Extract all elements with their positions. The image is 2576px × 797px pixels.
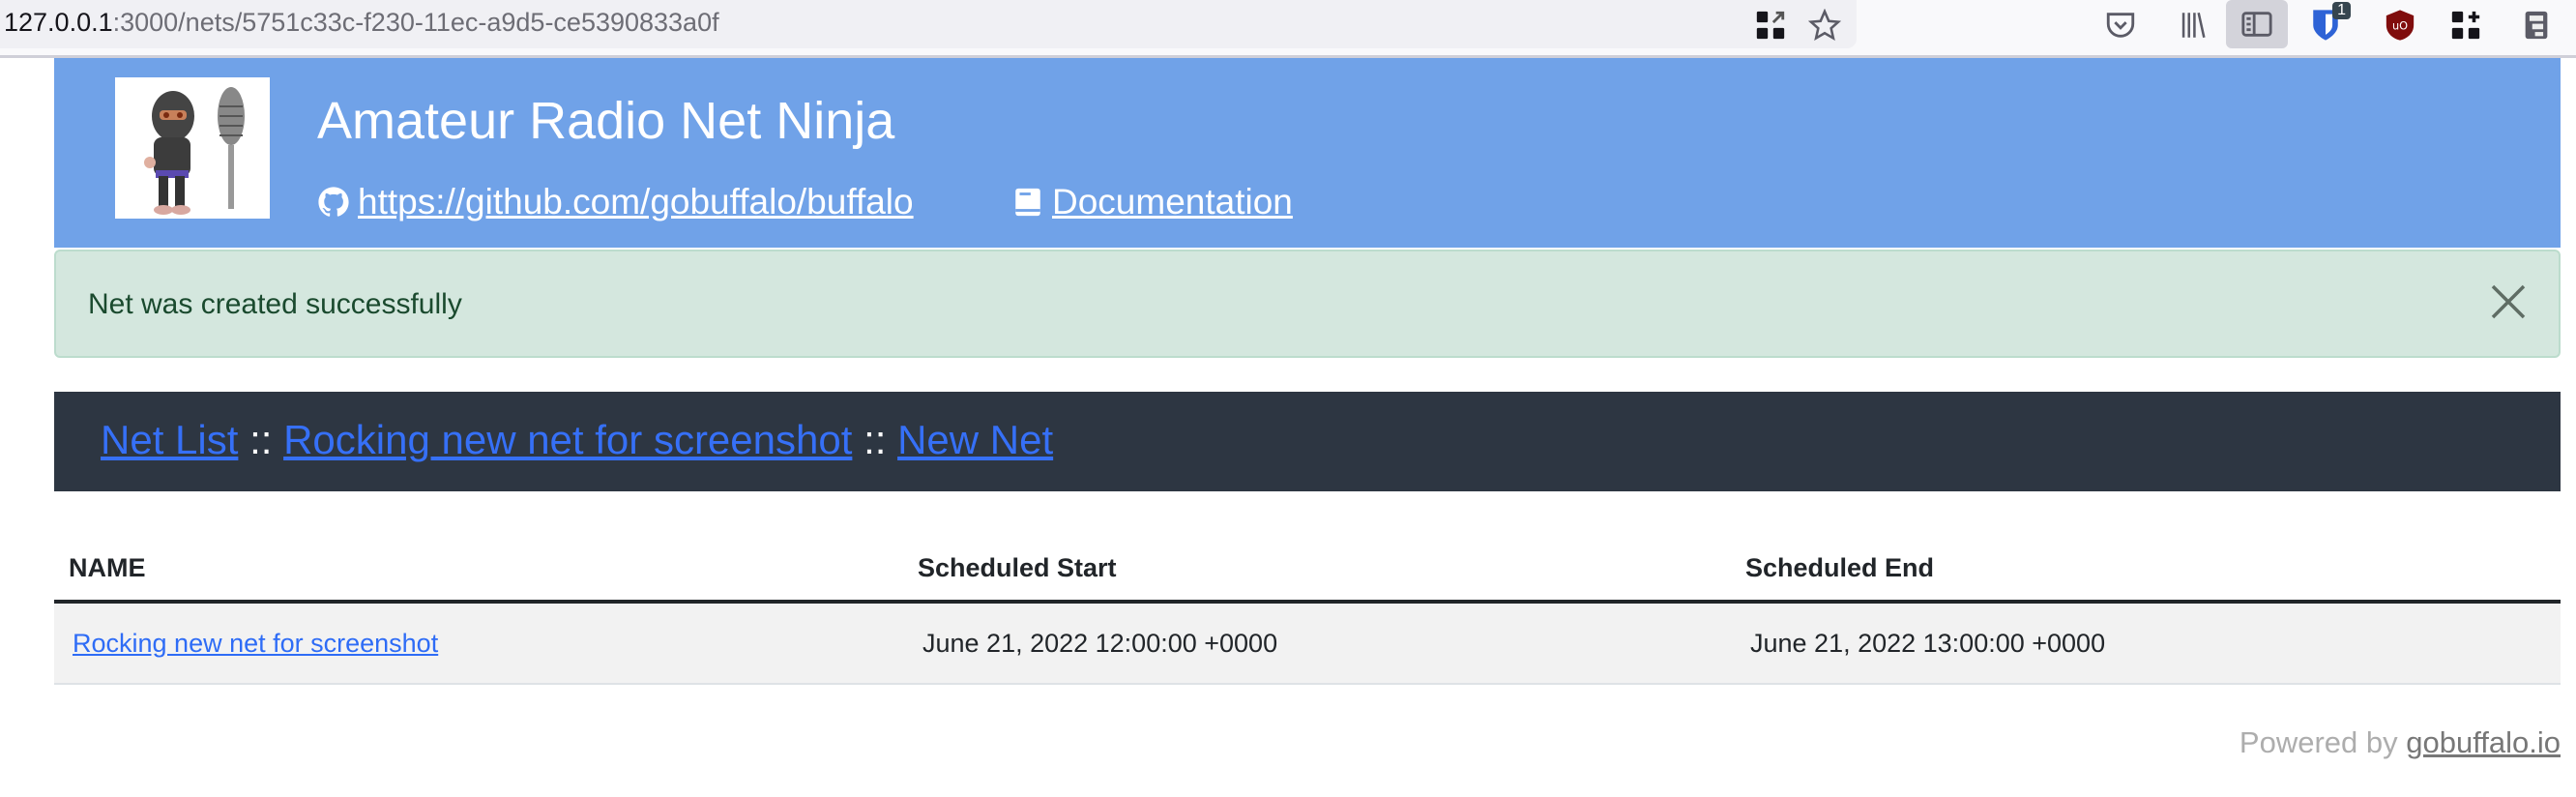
column-name: NAME — [69, 553, 146, 582]
breadcrumb-net-list[interactable]: Net List — [101, 417, 238, 462]
library-icon[interactable] — [2174, 6, 2212, 44]
alert-message: Net was created successfully — [88, 288, 462, 320]
success-alert: Net was created successfully — [54, 250, 2561, 358]
github-link[interactable]: https://github.com/gobuffalo/buffalo — [317, 182, 914, 222]
net-name-link[interactable]: Rocking new net for screenshot — [73, 629, 438, 658]
column-scheduled-end: Scheduled End — [1745, 553, 1935, 582]
table-row: Rocking new net for screenshot June 21, … — [54, 604, 2561, 685]
table-header: NAME Scheduled Start Scheduled End — [54, 526, 2561, 604]
container-icon[interactable] — [2517, 6, 2556, 44]
ninja-logo — [115, 77, 270, 219]
qr-code-icon[interactable] — [1751, 6, 1790, 44]
svg-text:uO: uO — [2392, 18, 2408, 32]
breadcrumb-net[interactable]: Rocking new net for screenshot — [283, 417, 852, 462]
book-icon — [1015, 188, 1040, 217]
bookmark-star-icon[interactable] — [1805, 6, 1844, 44]
breadcrumb-new-net[interactable]: New Net — [897, 417, 1053, 462]
browser-toolbar: 127.0.0.1:3000/nets/5751c33c-f230-11ec-a… — [0, 0, 2576, 58]
gobuffalo-link[interactable]: gobuffalo.io — [2406, 725, 2561, 759]
url-bar[interactable]: 127.0.0.1:3000/nets/5751c33c-f230-11ec-a… — [0, 0, 1857, 48]
scheduled-end: June 21, 2022 13:00:00 +0000 — [1750, 629, 2106, 658]
pocket-icon[interactable] — [2101, 6, 2140, 44]
column-scheduled-start: Scheduled Start — [918, 553, 1117, 582]
url-text[interactable]: 127.0.0.1:3000/nets/5751c33c-f230-11ec-a… — [4, 8, 719, 38]
close-icon[interactable] — [2487, 280, 2530, 323]
nets-table: NAME Scheduled Start Scheduled End Rocki… — [54, 526, 2561, 685]
bitwarden-icon[interactable]: 1 — [2306, 2, 2351, 44]
footer: Powered by gobuffalo.io — [2239, 725, 2561, 759]
site-header: Amateur Radio Net Ninja https://github.c… — [54, 58, 2561, 248]
scheduled-start: June 21, 2022 12:00:00 +0000 — [922, 629, 1278, 658]
ublock-icon[interactable]: uO — [2381, 6, 2419, 44]
sidebar-icon[interactable] — [2226, 0, 2288, 48]
extensions-icon[interactable] — [2446, 6, 2485, 44]
documentation-link[interactable]: Documentation — [1011, 182, 1293, 222]
breadcrumb: Net List :: Rocking new net for screensh… — [54, 392, 2561, 491]
github-icon — [318, 187, 349, 217]
site-title: Amateur Radio Net Ninja — [317, 92, 895, 150]
